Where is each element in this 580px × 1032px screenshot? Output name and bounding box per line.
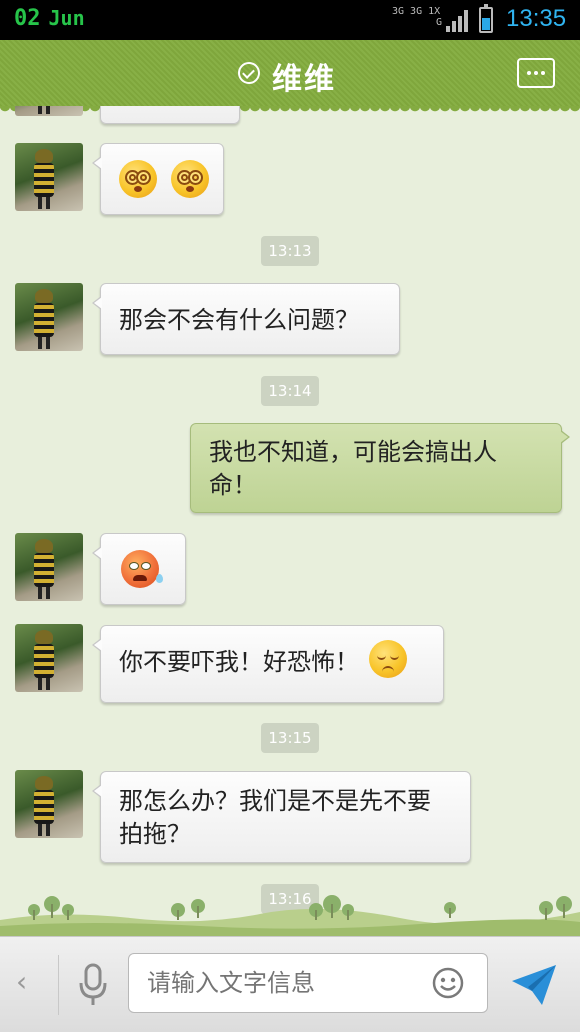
message-bubble-left[interactable] — [92, 143, 224, 215]
message-bubble-right[interactable]: 我也不知道，可能会搞出人命！ — [190, 423, 570, 513]
message-bubble-left[interactable]: 你不要吓我！好恐怖！ — [92, 625, 444, 703]
contact-avatar[interactable] — [15, 106, 83, 116]
chat-title: 维维 — [272, 62, 336, 97]
message-bubble-partial[interactable] — [100, 106, 240, 124]
emoji-picker-icon[interactable] — [432, 967, 464, 999]
message-text: 你不要吓我！好恐怖！ — [119, 648, 359, 676]
chat-message-list[interactable]: 13:13 那会不会有什么问题？ 13:14 我也不知道，可能会搞出人命！ 你不… — [0, 106, 580, 936]
status-month: Jun — [48, 6, 85, 30]
network-type-top: 3G 3G 1X — [392, 6, 441, 17]
network-type-bottom: G — [436, 17, 443, 28]
message-text: 我也不知道，可能会搞出人命！ — [209, 438, 497, 499]
angry-sweat-emoji-icon — [121, 550, 163, 588]
contact-avatar[interactable] — [15, 770, 83, 838]
signal-strength-icon — [446, 10, 468, 32]
status-bar: 02 Jun 3G 3G 1X G 13:35 — [0, 0, 580, 40]
menu-dot — [541, 71, 545, 75]
network-type-indicator: 3G 3G 1X G — [392, 6, 442, 28]
time-divider: 13:14 — [261, 376, 319, 406]
send-icon[interactable] — [510, 963, 558, 1007]
microphone-icon[interactable] — [78, 963, 108, 1007]
contact-avatar[interactable] — [15, 283, 83, 351]
contact-avatar[interactable] — [15, 533, 83, 601]
message-text: 那会不会有什么问题？ — [119, 306, 359, 334]
battery-icon — [479, 4, 493, 33]
status-day: 02 — [14, 6, 41, 31]
verified-check-icon — [238, 62, 260, 84]
sad-emoji-icon — [368, 640, 407, 678]
contact-avatar[interactable] — [15, 624, 83, 692]
message-text: 那怎么办？我们是不是先不要拍拖？ — [119, 787, 431, 848]
dizzy-emoji-icon — [170, 160, 209, 198]
divider — [58, 955, 59, 1015]
menu-dot — [534, 71, 538, 75]
message-bubble-left[interactable]: 那会不会有什么问题？ — [92, 283, 400, 355]
dizzy-emoji-icon — [119, 160, 157, 198]
collapse-arrow-icon[interactable]: ‹ — [16, 965, 27, 998]
status-date: 02 Jun — [14, 6, 85, 31]
battery-level — [482, 17, 490, 30]
status-time: 13:35 — [506, 5, 567, 32]
chat-menu-button[interactable] — [517, 58, 555, 88]
time-divider: 13:13 — [261, 236, 319, 266]
input-bar: ‹ — [0, 936, 580, 1032]
contact-avatar[interactable] — [15, 143, 83, 211]
time-divider: 13:16 — [261, 884, 319, 914]
message-bubble-left[interactable]: 那怎么办？我们是不是先不要拍拖？ — [92, 771, 471, 863]
time-divider: 13:15 — [261, 723, 319, 753]
menu-dot — [527, 71, 531, 75]
message-bubble-left[interactable] — [92, 533, 186, 605]
